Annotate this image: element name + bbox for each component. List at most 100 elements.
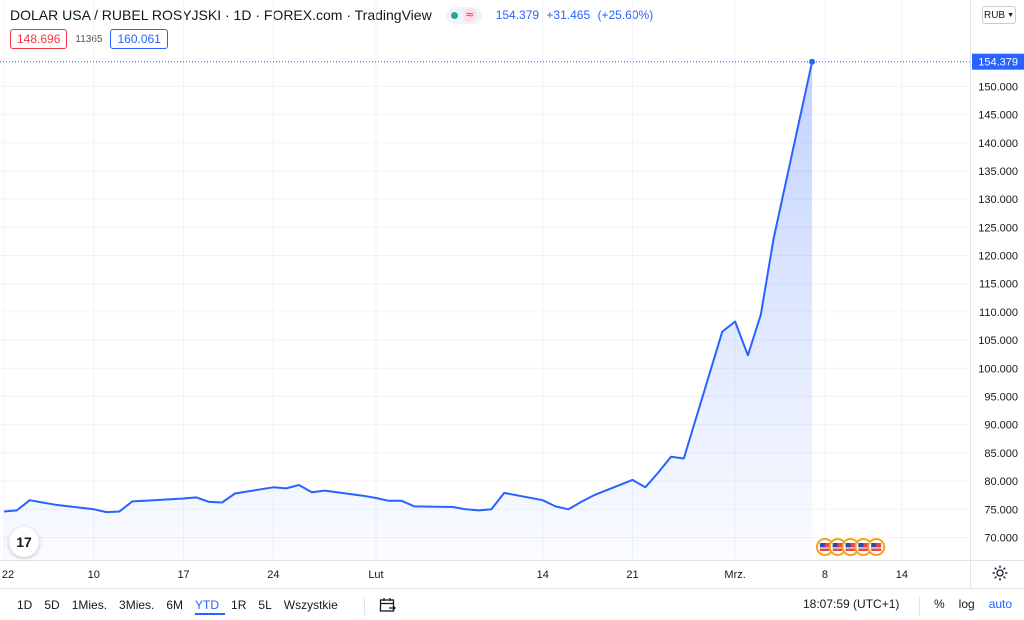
event-flag-canton — [845, 543, 851, 547]
data-point[interactable] — [400, 499, 404, 503]
data-point[interactable] — [746, 353, 750, 357]
range-5l[interactable]: 5L — [258, 597, 277, 615]
y-tick-label: 110.000 — [979, 307, 1018, 319]
data-point[interactable] — [387, 499, 391, 503]
event-markers — [815, 538, 886, 556]
data-point[interactable] — [554, 504, 558, 508]
range-3mies[interactable]: 3Mies. — [119, 597, 160, 615]
data-point[interactable] — [489, 507, 493, 511]
clock-timezone[interactable]: 18:07:59 (UTC+1) — [803, 597, 899, 611]
data-point[interactable] — [720, 330, 724, 334]
toolbar-divider — [364, 597, 365, 615]
price-chart[interactable]: 70.000 75.000 80.000 85.000 90.000 95.000 100.… — [0, 0, 1024, 588]
data-point[interactable] — [40, 500, 44, 504]
time-axis[interactable]: 22 10 17 24 Lut 14 21 Mrz. 8 14 — [2, 569, 908, 581]
data-point[interactable] — [194, 495, 198, 499]
y-tick-label: 145.000 — [978, 110, 1018, 122]
data-point[interactable] — [53, 503, 57, 507]
x-tick-label: 21 — [626, 569, 638, 581]
data-point[interactable] — [541, 498, 545, 502]
y-tick-label: 135.000 — [978, 166, 1018, 178]
data-point[interactable] — [579, 500, 583, 504]
data-point[interactable] — [464, 507, 468, 511]
y-tick-label: 125.000 — [978, 222, 1018, 234]
data-point[interactable] — [656, 471, 660, 475]
price-axis[interactable]: 70.000 75.000 80.000 85.000 90.000 95.000 100.… — [972, 53, 1024, 545]
y-tick-label: 95.000 — [984, 391, 1018, 403]
y-tick-label: 120.000 — [978, 251, 1018, 263]
data-point[interactable] — [233, 491, 237, 495]
data-point[interactable] — [631, 478, 635, 482]
y-tick-label: 115.000 — [979, 279, 1018, 291]
range-6m[interactable]: 6M — [166, 597, 189, 615]
x-tick-label: 17 — [177, 569, 189, 581]
data-point[interactable] — [759, 313, 763, 317]
data-point[interactable] — [310, 490, 314, 494]
date-range-icon[interactable] — [379, 597, 397, 613]
chart-area-fill — [4, 61, 813, 560]
event-flag-canton — [819, 543, 825, 547]
data-point[interactable] — [271, 485, 275, 489]
range-1r[interactable]: 1R — [231, 597, 252, 615]
scale-options: % log auto — [934, 597, 1012, 611]
data-point[interactable] — [643, 485, 647, 489]
data-point[interactable] — [207, 500, 211, 504]
y-tick-label: 140.000 — [978, 138, 1018, 150]
event-flag-icon[interactable] — [867, 538, 886, 556]
event-flag-canton — [871, 543, 877, 547]
data-point[interactable] — [412, 504, 416, 508]
data-point[interactable] — [117, 510, 121, 514]
range-1mies[interactable]: 1Mies. — [72, 597, 113, 615]
range-wszystkie[interactable]: Wszystkie — [284, 597, 344, 615]
data-point[interactable] — [361, 494, 365, 498]
data-point[interactable] — [669, 455, 673, 459]
last-price-label: 154.379 — [978, 57, 1018, 69]
bottom-toolbar: 1D 5D 1Mies. 3Mies. 6M YTD 1R 5L Wszystkie 18:07… — [0, 588, 1024, 620]
tradingview-logo[interactable]: 17 — [9, 527, 39, 557]
data-point[interactable] — [374, 496, 378, 500]
scale-option-log[interactable]: log — [959, 597, 975, 611]
data-point[interactable] — [143, 499, 147, 503]
data-point[interactable] — [477, 508, 481, 512]
data-point[interactable] — [2, 510, 6, 514]
gear-icon[interactable] — [991, 564, 1009, 582]
toolbar-divider — [919, 597, 920, 615]
data-point[interactable] — [502, 491, 506, 495]
data-point[interactable] — [28, 498, 32, 502]
y-tick-label: 80.000 — [984, 476, 1018, 488]
data-point[interactable] — [682, 457, 686, 461]
x-tick-label: 22 — [2, 569, 14, 581]
data-point[interactable] — [92, 507, 96, 511]
data-point[interactable] — [323, 489, 327, 493]
data-point[interactable] — [297, 483, 301, 487]
data-point[interactable] — [105, 510, 109, 514]
x-tick-label: 14 — [896, 569, 908, 581]
data-point[interactable] — [451, 505, 455, 509]
data-point[interactable] — [182, 497, 186, 501]
y-tick-label: 150.000 — [978, 81, 1018, 93]
y-tick-label: 70.000 — [984, 532, 1018, 544]
data-point[interactable] — [566, 507, 570, 511]
scale-option-percent[interactable]: % — [934, 597, 945, 611]
data-point[interactable] — [220, 500, 224, 504]
data-point[interactable] — [733, 320, 737, 324]
data-point[interactable] — [15, 508, 19, 512]
x-tick-label: 14 — [537, 569, 549, 581]
y-tick-label: 75.000 — [984, 504, 1018, 516]
data-point[interactable] — [284, 486, 288, 490]
data-point[interactable] — [592, 493, 596, 497]
event-flag-canton — [858, 543, 864, 547]
last-price-dot — [809, 58, 816, 65]
x-tick-label: 24 — [267, 569, 279, 581]
range-5d[interactable]: 5D — [44, 597, 65, 615]
y-tick-label: 100.000 — [978, 363, 1018, 375]
date-range-selector: 1D 5D 1Mies. 3Mies. 6M YTD 1R 5L Wszystkie — [17, 597, 350, 615]
y-tick-label: 90.000 — [984, 420, 1018, 432]
data-point[interactable] — [772, 237, 776, 241]
range-ytd[interactable]: YTD — [195, 597, 226, 615]
range-1d[interactable]: 1D — [17, 597, 38, 615]
x-tick-label: Lut — [368, 569, 383, 581]
data-point[interactable] — [130, 499, 134, 503]
scale-option-auto[interactable]: auto — [989, 597, 1012, 611]
area-fill — [4, 61, 813, 560]
